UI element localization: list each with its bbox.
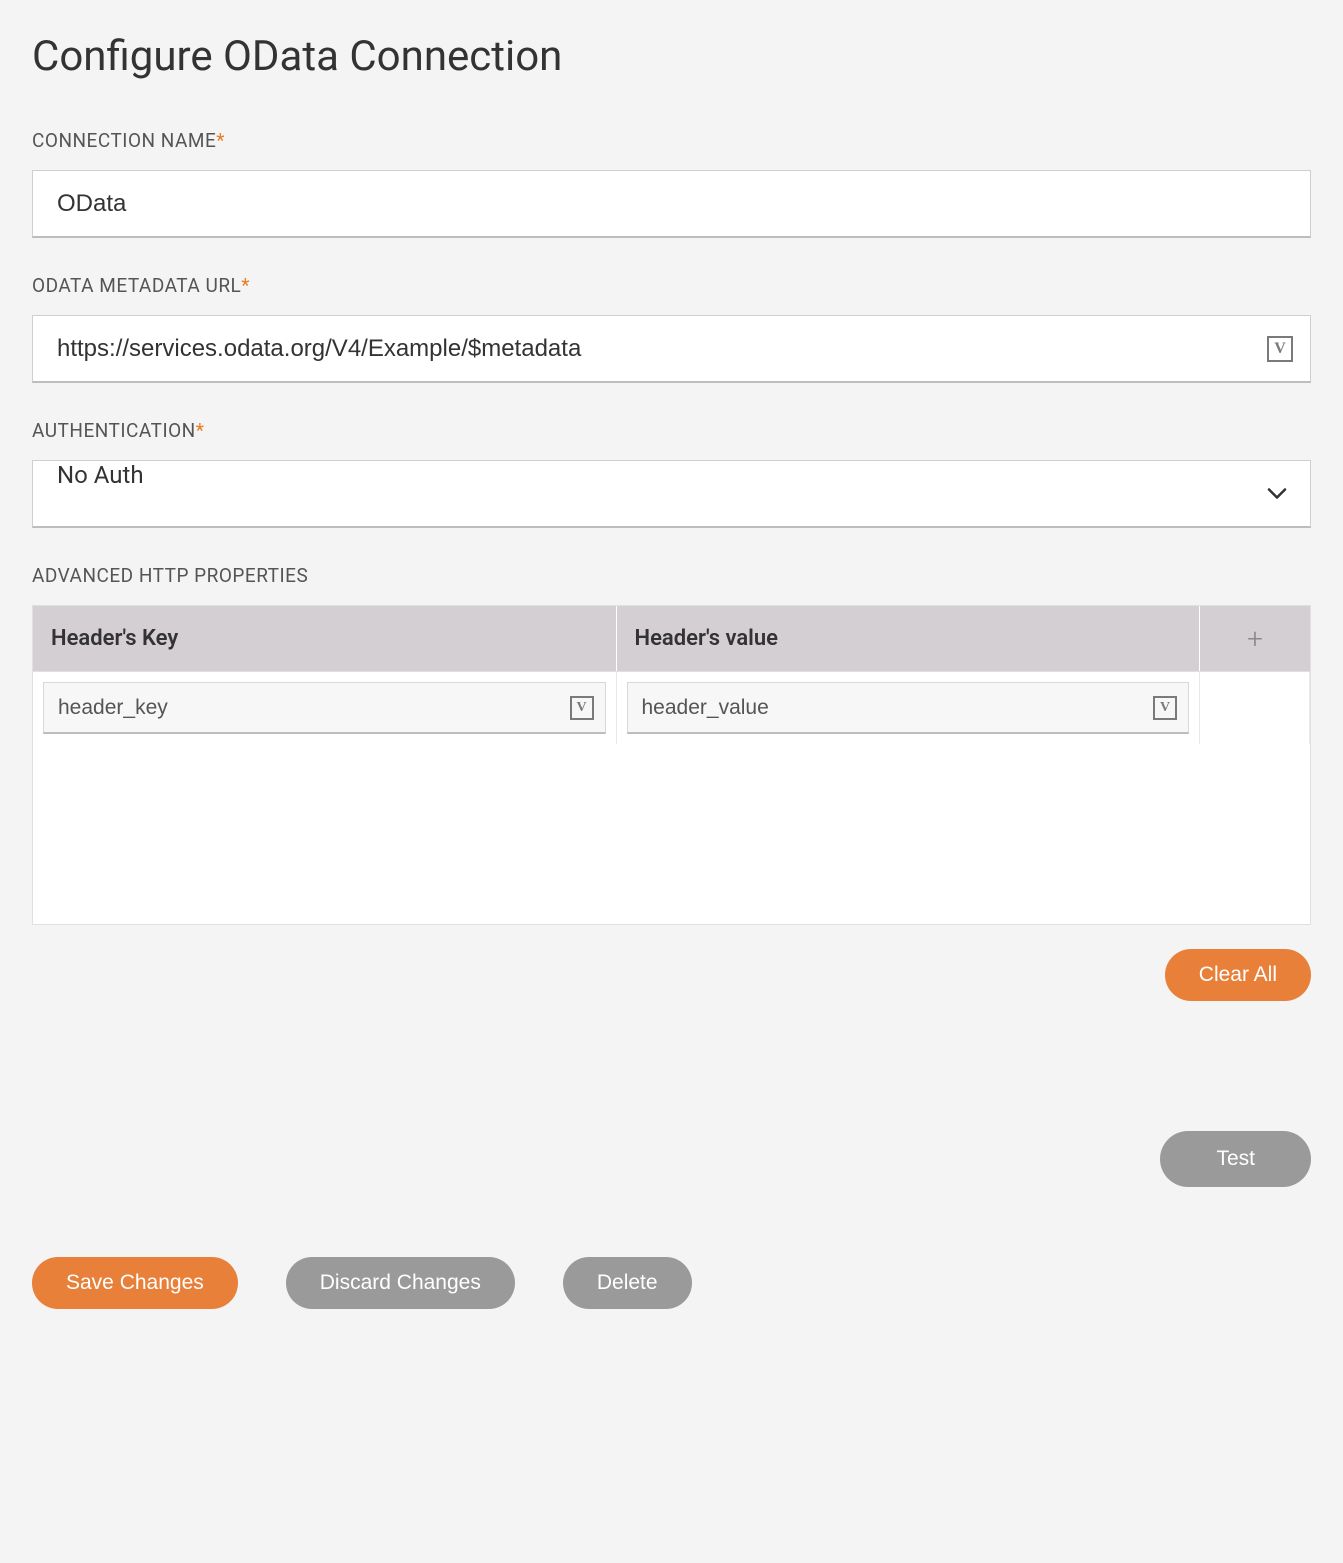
headers-table: Header's Key Header's value + V V bbox=[32, 605, 1311, 925]
row-action-cell bbox=[1200, 672, 1310, 744]
table-row: V V bbox=[33, 671, 1310, 744]
page-title: Configure OData Connection bbox=[32, 32, 1311, 81]
metadata-url-input[interactable] bbox=[32, 315, 1311, 383]
header-key-input[interactable] bbox=[43, 682, 606, 734]
header-key-column: Header's Key bbox=[33, 606, 617, 671]
authentication-label: AUTHENTICATION* bbox=[32, 419, 1311, 442]
variable-icon[interactable]: V bbox=[1153, 696, 1177, 720]
plus-icon: + bbox=[1247, 622, 1263, 655]
table-header: Header's Key Header's value + bbox=[33, 606, 1310, 671]
connection-name-input[interactable] bbox=[32, 170, 1311, 238]
connection-name-label-text: CONNECTION NAME bbox=[32, 129, 216, 152]
save-changes-button[interactable]: Save Changes bbox=[32, 1257, 238, 1309]
advanced-http-group: ADVANCED HTTP PROPERTIES Header's Key He… bbox=[32, 564, 1311, 1001]
discard-changes-button[interactable]: Discard Changes bbox=[286, 1257, 515, 1309]
required-asterisk: * bbox=[196, 419, 205, 442]
connection-name-group: CONNECTION NAME* bbox=[32, 129, 1311, 238]
table-empty-area bbox=[33, 744, 1310, 924]
metadata-url-label-text: ODATA METADATA URL bbox=[32, 274, 241, 297]
required-asterisk: * bbox=[241, 274, 250, 297]
variable-icon[interactable]: V bbox=[570, 696, 594, 720]
metadata-url-label: ODATA METADATA URL* bbox=[32, 274, 1311, 297]
advanced-http-label: ADVANCED HTTP PROPERTIES bbox=[32, 564, 1311, 587]
connection-name-label: CONNECTION NAME* bbox=[32, 129, 1311, 152]
authentication-group: AUTHENTICATION* No Auth bbox=[32, 419, 1311, 528]
clear-all-button[interactable]: Clear All bbox=[1165, 949, 1311, 1001]
authentication-label-text: AUTHENTICATION bbox=[32, 419, 196, 442]
test-button[interactable]: Test bbox=[1160, 1131, 1311, 1187]
required-asterisk: * bbox=[216, 129, 225, 152]
header-value-input[interactable] bbox=[627, 682, 1190, 734]
metadata-url-group: ODATA METADATA URL* V bbox=[32, 274, 1311, 383]
delete-button[interactable]: Delete bbox=[563, 1257, 692, 1309]
variable-icon[interactable]: V bbox=[1267, 336, 1293, 362]
add-header-button[interactable]: + bbox=[1200, 606, 1310, 671]
header-value-column: Header's value bbox=[617, 606, 1201, 671]
authentication-select[interactable]: No Auth bbox=[32, 460, 1311, 528]
